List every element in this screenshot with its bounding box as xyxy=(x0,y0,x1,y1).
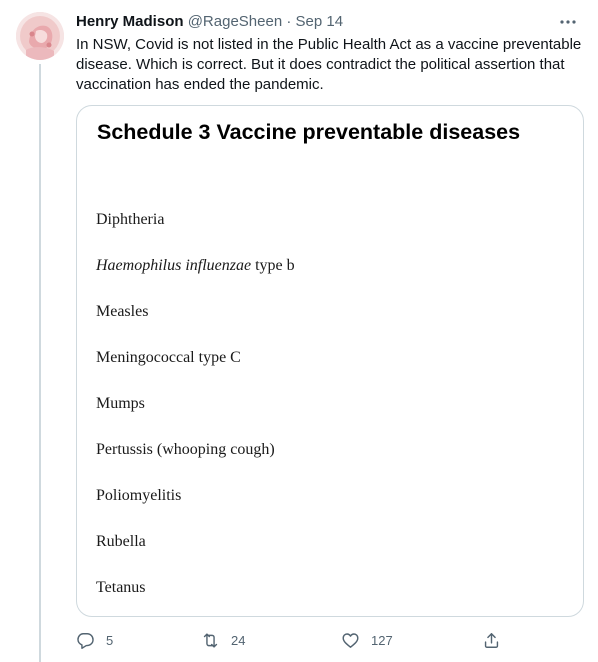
like-button[interactable]: 127 xyxy=(341,628,393,652)
disease-item: Rubella xyxy=(96,533,146,550)
tweet-actions: 5 24 127 xyxy=(76,628,508,652)
like-count: 127 xyxy=(371,632,393,648)
disease-item: Tetanus xyxy=(96,579,146,596)
disease-item: Diphtheria xyxy=(96,211,165,228)
meta-separator: · xyxy=(286,13,292,30)
schedule-title: Schedule 3 Vaccine preventable diseases xyxy=(97,120,521,144)
tweet-date[interactable]: Sep 14 xyxy=(296,13,344,30)
disease-item: Measles xyxy=(96,303,149,320)
share-icon xyxy=(484,632,499,648)
more-button[interactable] xyxy=(556,10,580,34)
share-button[interactable] xyxy=(482,628,501,652)
disease-suffix: type b xyxy=(251,257,295,274)
author-name[interactable]: Henry Madison xyxy=(76,13,184,30)
disease-item: Poliomyelitis xyxy=(96,487,182,504)
tweet-text: In NSW, Covid is not listed in the Publi… xyxy=(76,36,582,93)
reply-button[interactable]: 5 xyxy=(76,628,113,652)
avatar-portrait-icon xyxy=(16,12,64,60)
reply-icon xyxy=(77,632,94,649)
disease-item: Pertussis (whooping cough) xyxy=(96,441,275,458)
retweet-button[interactable]: 24 xyxy=(201,628,245,652)
tweet-header: Henry Madison @RageSheen · Sep 14 xyxy=(76,12,582,32)
retweet-count: 24 xyxy=(231,632,246,648)
avatar[interactable] xyxy=(16,12,64,60)
more-icon xyxy=(560,20,576,24)
disease-italic-part: Haemophilus influenzae xyxy=(96,257,252,274)
reply-count: 5 xyxy=(106,632,114,648)
retweet-icon xyxy=(203,632,218,648)
disease-item: Meningococcal type C xyxy=(96,349,241,366)
disease-item: Haemophilus influenzae type b xyxy=(96,256,295,276)
disease-item: Mumps xyxy=(96,395,145,412)
thread-line xyxy=(39,64,41,662)
like-icon xyxy=(342,632,359,648)
author-handle[interactable]: @RageSheen xyxy=(188,13,282,30)
media-image[interactable]: Schedule 3 Vaccine preventable diseases … xyxy=(76,105,584,617)
